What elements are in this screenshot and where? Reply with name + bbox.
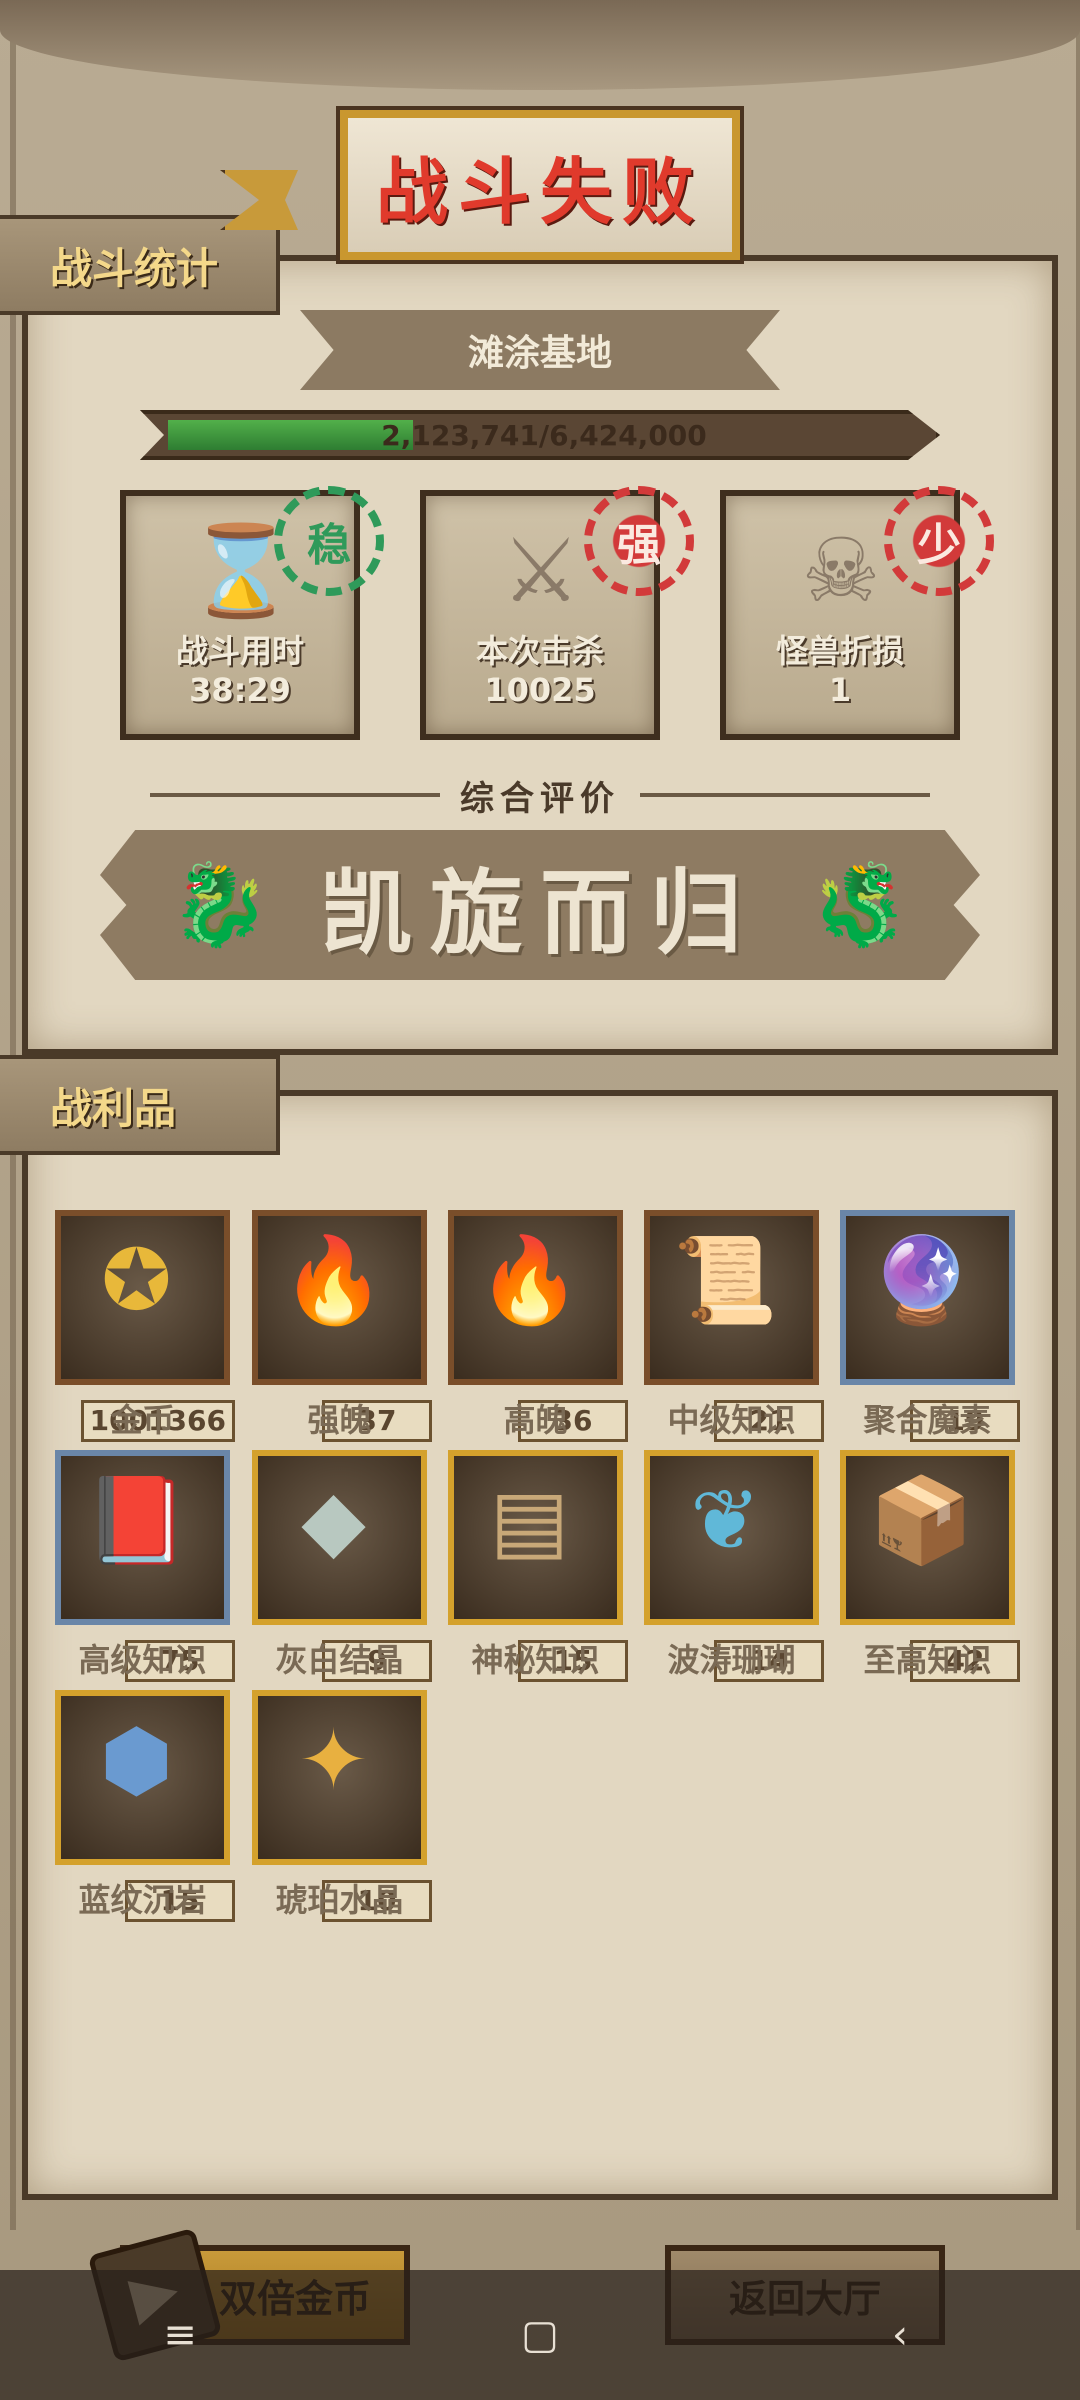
loot-item-name: 至高知识	[863, 1641, 992, 1679]
stat-card-battle-time: ⌛ 稳 战斗用时 38:29	[120, 486, 384, 740]
loot-item-name: 高级知识	[78, 1641, 207, 1679]
nav-menu-button[interactable]: ≡	[120, 2295, 240, 2375]
amber-crystal-icon: ✦	[298, 1711, 369, 1809]
stat-card-kills: ⚔ 强 本次击杀 10025	[420, 486, 694, 740]
loot-item[interactable]: ◆ 9 灰白结晶	[252, 1450, 432, 1682]
loot-item[interactable]: 📜 21 中级知识	[644, 1210, 824, 1442]
loot-item[interactable]: ⬢ 15 蓝纹沉岩	[55, 1690, 235, 1922]
loot-item-name: 灰白结晶	[275, 1641, 404, 1679]
progress-text: 2,123,741/6,424,000	[381, 418, 707, 452]
loot-item[interactable]: 🔥 37 强魄	[252, 1210, 432, 1442]
rating-title: 综合评价	[460, 778, 620, 819]
coral-icon: ❦	[690, 1471, 761, 1569]
stamp-strong-icon: 强	[584, 486, 694, 596]
title-plate: 战斗失败	[336, 106, 744, 264]
loot-item-name: 琥珀水晶	[275, 1881, 404, 1919]
blue-rock-icon: ⬢	[99, 1711, 174, 1809]
gray-crystal-icon: ◆	[301, 1471, 366, 1569]
location-label: 滩涂基地	[300, 310, 780, 390]
loot-item[interactable]: 🔮 19 聚合魔素	[840, 1210, 1020, 1442]
loot-item[interactable]: ▤ 15 神秘知识	[448, 1450, 628, 1682]
gold-coin-icon: ✪	[101, 1231, 172, 1329]
loot-item-name: 蓝纹沉岩	[78, 1881, 207, 1919]
loot-item[interactable]: ❦ 14 波涛珊瑚	[644, 1450, 824, 1682]
title-banner: 战斗失败	[220, 106, 860, 270]
page-title: 战斗失败	[375, 149, 704, 234]
loot-item-name: 波涛珊瑚	[667, 1641, 796, 1679]
loot-item[interactable]: ✪ 1001366 金币	[55, 1210, 235, 1442]
dragon-left-icon: 🐉	[170, 858, 270, 951]
android-nav-bar: ≡ ▢ ‹	[0, 2270, 1080, 2400]
loot-item-name: 强魄	[307, 1401, 372, 1439]
tablet-icon: ▤	[489, 1471, 570, 1569]
nav-home-button[interactable]: ▢	[480, 2295, 600, 2375]
stat-value: 1	[828, 671, 852, 709]
stat-label: 本次击杀	[475, 632, 604, 670]
book-icon: 📕	[84, 1471, 189, 1569]
magic-orb-icon: 🔮	[869, 1231, 974, 1329]
supreme-book-icon: 📦	[869, 1471, 974, 1569]
loot-item[interactable]: 🔥 36 高魄	[448, 1210, 628, 1442]
rating-text: 凯旋而归	[319, 859, 760, 967]
loot-item[interactable]: 📕 75 高级知识	[55, 1450, 235, 1682]
scroll-icon: 📜	[673, 1231, 778, 1329]
loot-item-name: 神秘知识	[471, 1641, 600, 1679]
score-progress-bar: 2,123,741/6,424,000	[140, 410, 940, 460]
loot-item[interactable]: 📦 42 至高知识	[840, 1450, 1020, 1682]
stat-value: 10025	[484, 671, 596, 709]
stat-label: 战斗用时	[175, 632, 304, 670]
loot-item-name: 中级知识	[667, 1401, 796, 1439]
crossed-swords-icon: ⚔	[501, 519, 581, 622]
loot-item-name: 金币	[110, 1401, 175, 1439]
fire-spirit-icon: 🔥	[281, 1231, 386, 1329]
skull-icon: ☠	[801, 519, 881, 622]
loot-item[interactable]: ✦ 10 琥珀水晶	[252, 1690, 432, 1922]
rating-banner: 🐉 凯旋而归 🐉	[100, 830, 980, 980]
rating-divider: 综合评价	[130, 770, 950, 820]
nav-back-button[interactable]: ‹	[840, 2295, 960, 2375]
loot-tab: 战利品	[0, 1055, 280, 1155]
stat-card-losses: ☠ 少 怪兽折损 1	[720, 486, 994, 740]
dragon-right-icon: 🐉	[810, 858, 910, 951]
loot-item-name: 聚合魔素	[863, 1401, 992, 1439]
stat-value: 38:29	[189, 671, 291, 709]
stamp-stable-icon: 稳	[274, 486, 384, 596]
stat-label: 怪兽折损	[775, 632, 904, 670]
loot-item-name: 高魄	[503, 1401, 568, 1439]
stamp-few-icon: 少	[884, 486, 994, 596]
high-spirit-icon: 🔥	[477, 1231, 582, 1329]
